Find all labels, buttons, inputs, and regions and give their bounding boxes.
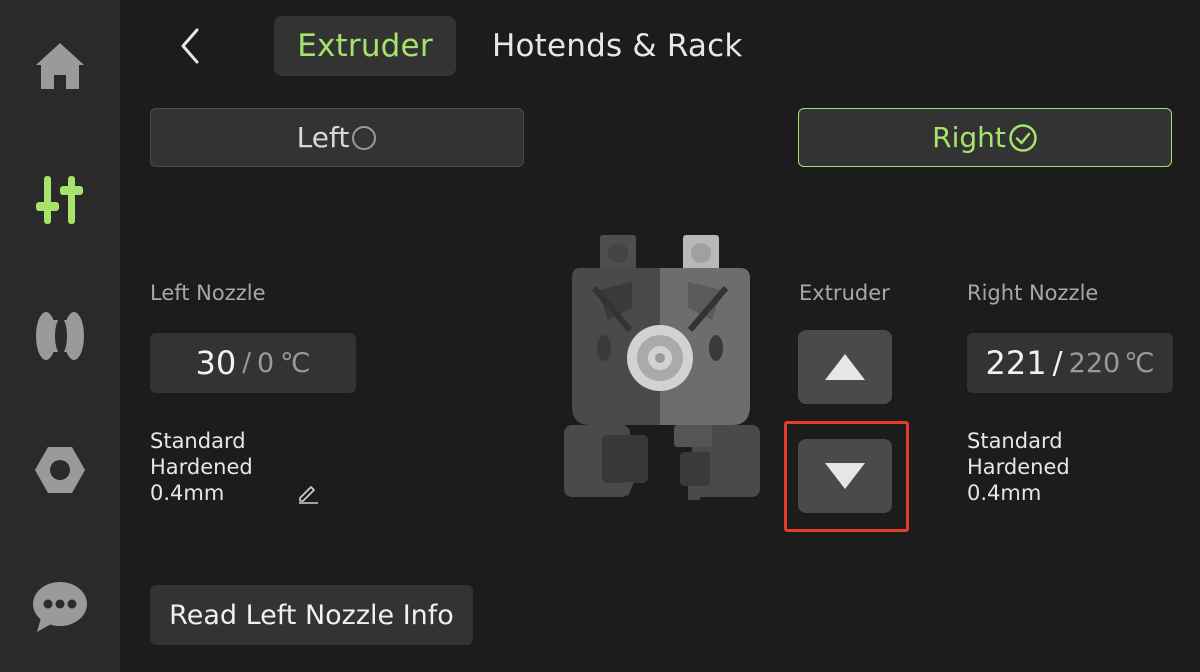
- left-nozzle-temp-separator: /: [242, 348, 251, 378]
- right-extruder-button[interactable]: Right: [798, 108, 1172, 167]
- extruder-title: Extruder: [799, 281, 890, 305]
- right-nozzle-temp-box[interactable]: 221 / 220 ℃: [967, 333, 1173, 393]
- highlight-box: [784, 421, 909, 532]
- left-nozzle-info: Standard Hardened 0.4mm: [150, 428, 253, 506]
- right-nozzle-type: Standard: [967, 429, 1063, 453]
- triangle-up-icon: [825, 354, 865, 380]
- printhead-illustration: [564, 235, 760, 500]
- home-icon[interactable]: [30, 36, 90, 96]
- right-nozzle-size: 0.4mm: [967, 481, 1042, 505]
- extrude-up-button[interactable]: [798, 330, 892, 404]
- left-nozzle-target-temp: 0: [256, 347, 275, 379]
- tab-hotends-rack[interactable]: Hotends & Rack: [492, 16, 743, 76]
- chevron-left-icon: [181, 28, 199, 64]
- left-nozzle-size: 0.4mm: [150, 481, 225, 505]
- check-circle-icon: [1009, 123, 1037, 152]
- chat-icon[interactable]: [30, 576, 90, 636]
- right-nozzle-current-temp: 221: [985, 344, 1047, 382]
- left-nozzle-material: Hardened: [150, 455, 253, 479]
- read-left-nozzle-info-button[interactable]: Read Left Nozzle Info: [150, 585, 473, 645]
- left-nozzle-type: Standard: [150, 429, 246, 453]
- right-button-label: Right: [932, 121, 1006, 154]
- right-nozzle-material: Hardened: [967, 455, 1070, 479]
- right-nozzle-temp-separator: /: [1052, 345, 1063, 381]
- controls-icon[interactable]: [30, 170, 90, 230]
- pencil-icon: [299, 486, 318, 504]
- left-extruder-button[interactable]: Left: [150, 108, 524, 167]
- right-nozzle-title: Right Nozzle: [967, 281, 1099, 305]
- filament-icon[interactable]: [30, 306, 90, 366]
- settings-nut-icon[interactable]: [30, 440, 90, 500]
- sidebar: [0, 0, 120, 672]
- left-nozzle-title: Left Nozzle: [150, 281, 266, 305]
- radio-unchecked-icon: [352, 125, 377, 150]
- tab-extruder[interactable]: Extruder: [274, 16, 456, 76]
- right-nozzle-info: Standard Hardened 0.4mm: [967, 428, 1070, 506]
- left-nozzle-temp-unit: ℃: [280, 347, 311, 379]
- left-nozzle-temp-box[interactable]: 30 / 0 ℃: [150, 333, 356, 393]
- main-panel: Extruder Hotends & Rack Left Right Left …: [120, 0, 1200, 672]
- edit-nozzle-button[interactable]: [296, 481, 320, 505]
- left-nozzle-current-temp: 30: [195, 344, 237, 382]
- left-button-label: Left: [296, 121, 350, 154]
- back-button[interactable]: [170, 22, 210, 70]
- right-nozzle-target-temp: 220: [1068, 347, 1121, 379]
- right-nozzle-temp-unit: ℃: [1124, 347, 1155, 379]
